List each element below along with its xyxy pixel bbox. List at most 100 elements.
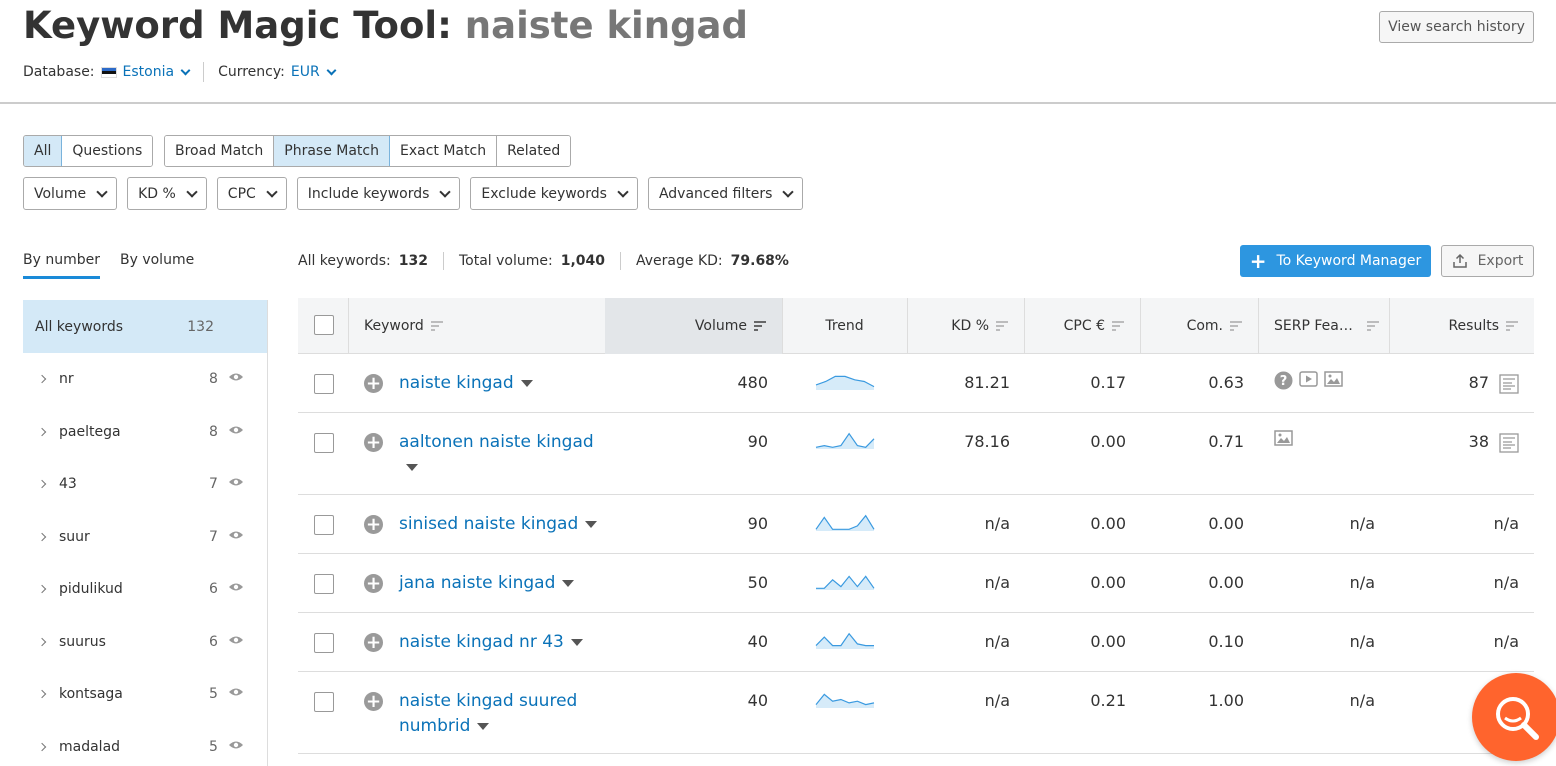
column-results[interactable]: Results <box>1389 298 1534 354</box>
results-cell: n/a <box>1493 514 1519 533</box>
tab-by-number[interactable]: By number <box>23 252 100 279</box>
serp-snapshot-icon[interactable] <box>1499 374 1519 394</box>
row-checkbox[interactable] <box>314 574 334 594</box>
chevron-right-icon[interactable] <box>37 690 47 699</box>
keyword-link[interactable]: jana naiste kingad <box>399 571 599 596</box>
select-all-checkbox[interactable] <box>314 315 334 335</box>
dropdown-arrow-icon[interactable] <box>406 463 418 471</box>
filter-bar: Volume KD % CPC Include keywords Exclude… <box>23 177 813 210</box>
add-to-list-icon[interactable]: + <box>364 633 383 652</box>
tab-questions[interactable]: Questions <box>62 136 153 166</box>
search-assistant-button[interactable] <box>1472 673 1556 761</box>
keyword-group-item[interactable]: suurus 6 <box>23 616 267 669</box>
question-icon: ? <box>1274 371 1293 390</box>
chevron-right-icon[interactable] <box>37 375 47 384</box>
exclude-keywords-filter[interactable]: Exclude keywords <box>470 177 638 210</box>
view-search-history-button[interactable]: View search history <box>1379 11 1534 43</box>
column-kd[interactable]: KD % <box>907 298 1024 354</box>
chevron-right-icon[interactable] <box>37 742 47 751</box>
keyword-summary: All keywords: 132 Total volume: 1,040 Aver… <box>298 252 789 270</box>
keyword-link[interactable]: naiste kingad nr 43 <box>399 630 599 655</box>
keyword-group-item[interactable]: paeltega 8 <box>23 406 267 459</box>
column-keyword[interactable]: Keyword <box>364 298 443 354</box>
keyword-link[interactable]: aaltonen naiste kingad <box>399 430 599 480</box>
sort-icon <box>1366 321 1379 331</box>
query-text: naiste kingad <box>464 4 749 47</box>
eye-icon[interactable] <box>228 687 244 697</box>
eye-icon[interactable] <box>228 740 244 750</box>
keyword-group-item[interactable]: 43 7 <box>23 458 267 511</box>
table-row: + aaltonen naiste kingad 90 78.16 0.00 0.71 38 <box>298 413 1534 495</box>
table-row: + jana naiste kingad 50 n/a 0.00 0.00 n/a n/a <box>298 554 1534 613</box>
eye-icon[interactable] <box>228 372 244 382</box>
tab-broad-match[interactable]: Broad Match <box>165 136 275 166</box>
eye-icon[interactable] <box>228 582 244 592</box>
chevron-right-icon[interactable] <box>37 427 47 436</box>
row-checkbox[interactable] <box>314 692 334 712</box>
search-icon <box>1496 697 1539 740</box>
tab-related[interactable]: Related <box>497 136 571 166</box>
page-title: Keyword Magic Tool: naiste kingad <box>23 4 749 47</box>
add-to-list-icon[interactable]: + <box>364 692 383 711</box>
kd-cell: n/a <box>984 514 1010 533</box>
cpc-filter[interactable]: CPC <box>216 177 287 210</box>
row-checkbox[interactable] <box>314 633 334 653</box>
dropdown-arrow-icon[interactable] <box>585 520 598 528</box>
currency-selector[interactable]: EUR <box>291 64 337 80</box>
keyword-link[interactable]: sinised naiste kingad <box>399 512 599 537</box>
column-cpc[interactable]: CPC € <box>1024 298 1140 354</box>
to-keyword-manager-button[interactable]: + To Keyword Manager <box>1240 245 1431 277</box>
plus-icon: + <box>1249 249 1267 273</box>
column-serp-features[interactable]: SERP Fea… <box>1274 298 1388 354</box>
keyword-group-item[interactable]: suur 7 <box>23 511 267 564</box>
dropdown-arrow-icon[interactable] <box>570 638 583 646</box>
currency-label: Currency: <box>218 64 285 80</box>
tab-all[interactable]: All <box>24 136 63 166</box>
sort-icon <box>1112 321 1124 331</box>
eye-icon[interactable] <box>228 530 244 540</box>
keyword-group-item[interactable]: nr 8 <box>23 353 267 406</box>
add-to-list-icon[interactable]: + <box>364 515 383 534</box>
serp-snapshot-icon[interactable] <box>1499 433 1519 453</box>
column-competition[interactable]: Com. <box>1140 298 1258 354</box>
advanced-filters[interactable]: Advanced filters <box>647 177 804 210</box>
row-checkbox[interactable] <box>314 374 334 394</box>
column-volume[interactable]: Volume <box>605 298 782 354</box>
keyword-link[interactable]: naiste kingad suured numbrid <box>399 689 599 739</box>
chevron-right-icon[interactable] <box>37 637 47 646</box>
all-keywords-group[interactable]: All keywords 132 <box>23 300 267 353</box>
dropdown-arrow-icon[interactable] <box>477 722 490 730</box>
volume-filter[interactable]: Volume <box>23 177 118 210</box>
tab-phrase-match[interactable]: Phrase Match <box>274 136 390 166</box>
tab-exact-match[interactable]: Exact Match <box>390 136 498 166</box>
eye-icon[interactable] <box>228 635 244 645</box>
group-count: 6 <box>209 633 218 650</box>
video-icon <box>1299 371 1318 387</box>
kd-cell: 78.16 <box>964 432 1010 451</box>
include-keywords-filter[interactable]: Include keywords <box>296 177 461 210</box>
row-checkbox[interactable] <box>314 515 334 535</box>
competition-cell: 0.00 <box>1208 514 1244 533</box>
add-to-list-icon[interactable]: + <box>364 374 383 393</box>
chevron-right-icon[interactable] <box>37 532 47 541</box>
keyword-group-item[interactable]: madalad 5 <box>23 721 267 766</box>
export-button[interactable]: Export <box>1441 245 1534 277</box>
sort-icon <box>1230 321 1242 331</box>
database-selector[interactable]: Estonia <box>100 64 191 80</box>
keyword-link[interactable]: naiste kingad <box>399 371 599 396</box>
group-name: nr <box>59 371 74 388</box>
chevron-right-icon[interactable] <box>37 585 47 594</box>
chevron-right-icon[interactable] <box>37 480 47 489</box>
dropdown-arrow-icon[interactable] <box>562 579 575 587</box>
keyword-group-item[interactable]: pidulikud 6 <box>23 563 267 616</box>
tab-by-volume[interactable]: By volume <box>120 252 194 279</box>
add-to-list-icon[interactable]: + <box>364 574 383 593</box>
keyword-group-item[interactable]: kontsaga 5 <box>23 668 267 721</box>
kd-filter[interactable]: KD % <box>127 177 207 210</box>
chevron-down-icon <box>782 185 795 198</box>
eye-icon[interactable] <box>228 425 244 435</box>
eye-icon[interactable] <box>228 477 244 487</box>
dropdown-arrow-icon[interactable] <box>520 379 533 387</box>
add-to-list-icon[interactable]: + <box>364 433 383 452</box>
row-checkbox[interactable] <box>314 433 334 453</box>
